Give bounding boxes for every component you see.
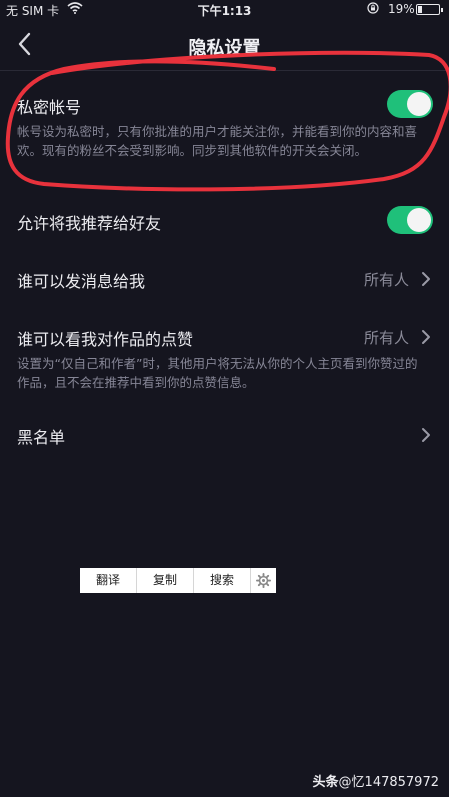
page-title: 隐私设置 (188, 38, 261, 59)
who-can-message-value: 所有人 (363, 271, 409, 289)
who-can-see-likes-description: 设置为“仅自己和作者”时，其他用户将无法从你的个人主页看到你赞过的作品，且不会在… (17, 356, 418, 390)
who-can-see-likes-value: 所有人 (363, 329, 409, 347)
context-menu-settings-button[interactable] (251, 568, 276, 593)
who-can-message-label: 谁可以发消息给我 (17, 272, 146, 291)
who-can-see-likes-label: 谁可以看我对作品的点赞 (17, 330, 194, 349)
gear-icon (256, 573, 271, 588)
chevron-right-icon (422, 330, 430, 344)
status-bar: 无 SIM 卡 下午1:13 19% (0, 0, 449, 20)
toggle-knob (407, 208, 431, 232)
battery-percentage: 19% (388, 2, 415, 16)
watermark-handle: @忆147857972 (338, 775, 439, 790)
toggle-knob (407, 92, 431, 116)
nav-divider (0, 70, 449, 71)
blacklist-label: 黑名单 (17, 428, 66, 447)
private-account-toggle[interactable] (387, 90, 433, 118)
private-account-label: 私密帐号 (17, 98, 82, 117)
nav-bar: 隐私设置 (0, 20, 449, 70)
recommend-to-friends-toggle[interactable] (387, 206, 433, 234)
private-account-row: 私密帐号 帐号设为私密时，只有你批准的用户才能关注你，并能看到你的内容和喜欢。现… (0, 86, 449, 182)
who-can-message-row[interactable]: 谁可以发消息给我 所有人 (0, 260, 449, 296)
search-menu-item[interactable]: 搜索 (194, 568, 251, 593)
watermark-brand: 头条 (312, 775, 339, 790)
recommend-to-friends-row: 允许将我推荐给好友 (0, 202, 449, 238)
battery-icon (416, 4, 443, 15)
blacklist-row[interactable]: 黑名单 (0, 416, 449, 452)
orientation-lock-icon (367, 2, 379, 14)
translate-menu-item[interactable]: 翻译 (80, 568, 137, 593)
recommend-to-friends-label: 允许将我推荐给好友 (17, 214, 162, 233)
private-account-description: 帐号设为私密时，只有你批准的用户才能关注你，并能看到你的内容和喜欢。现有的粉丝不… (17, 124, 418, 158)
chevron-right-icon (422, 428, 430, 442)
watermark: 头条@忆147857972 (313, 771, 439, 790)
who-can-see-likes-row[interactable]: 谁可以看我对作品的点赞 所有人 设置为“仅自己和作者”时，其他用户将无法从你的个… (0, 318, 449, 398)
chevron-right-icon (422, 272, 430, 286)
status-time: 下午1:13 (197, 4, 252, 18)
copy-menu-item[interactable]: 复制 (137, 568, 194, 593)
text-context-menu: 翻译 复制 搜索 (80, 568, 276, 593)
